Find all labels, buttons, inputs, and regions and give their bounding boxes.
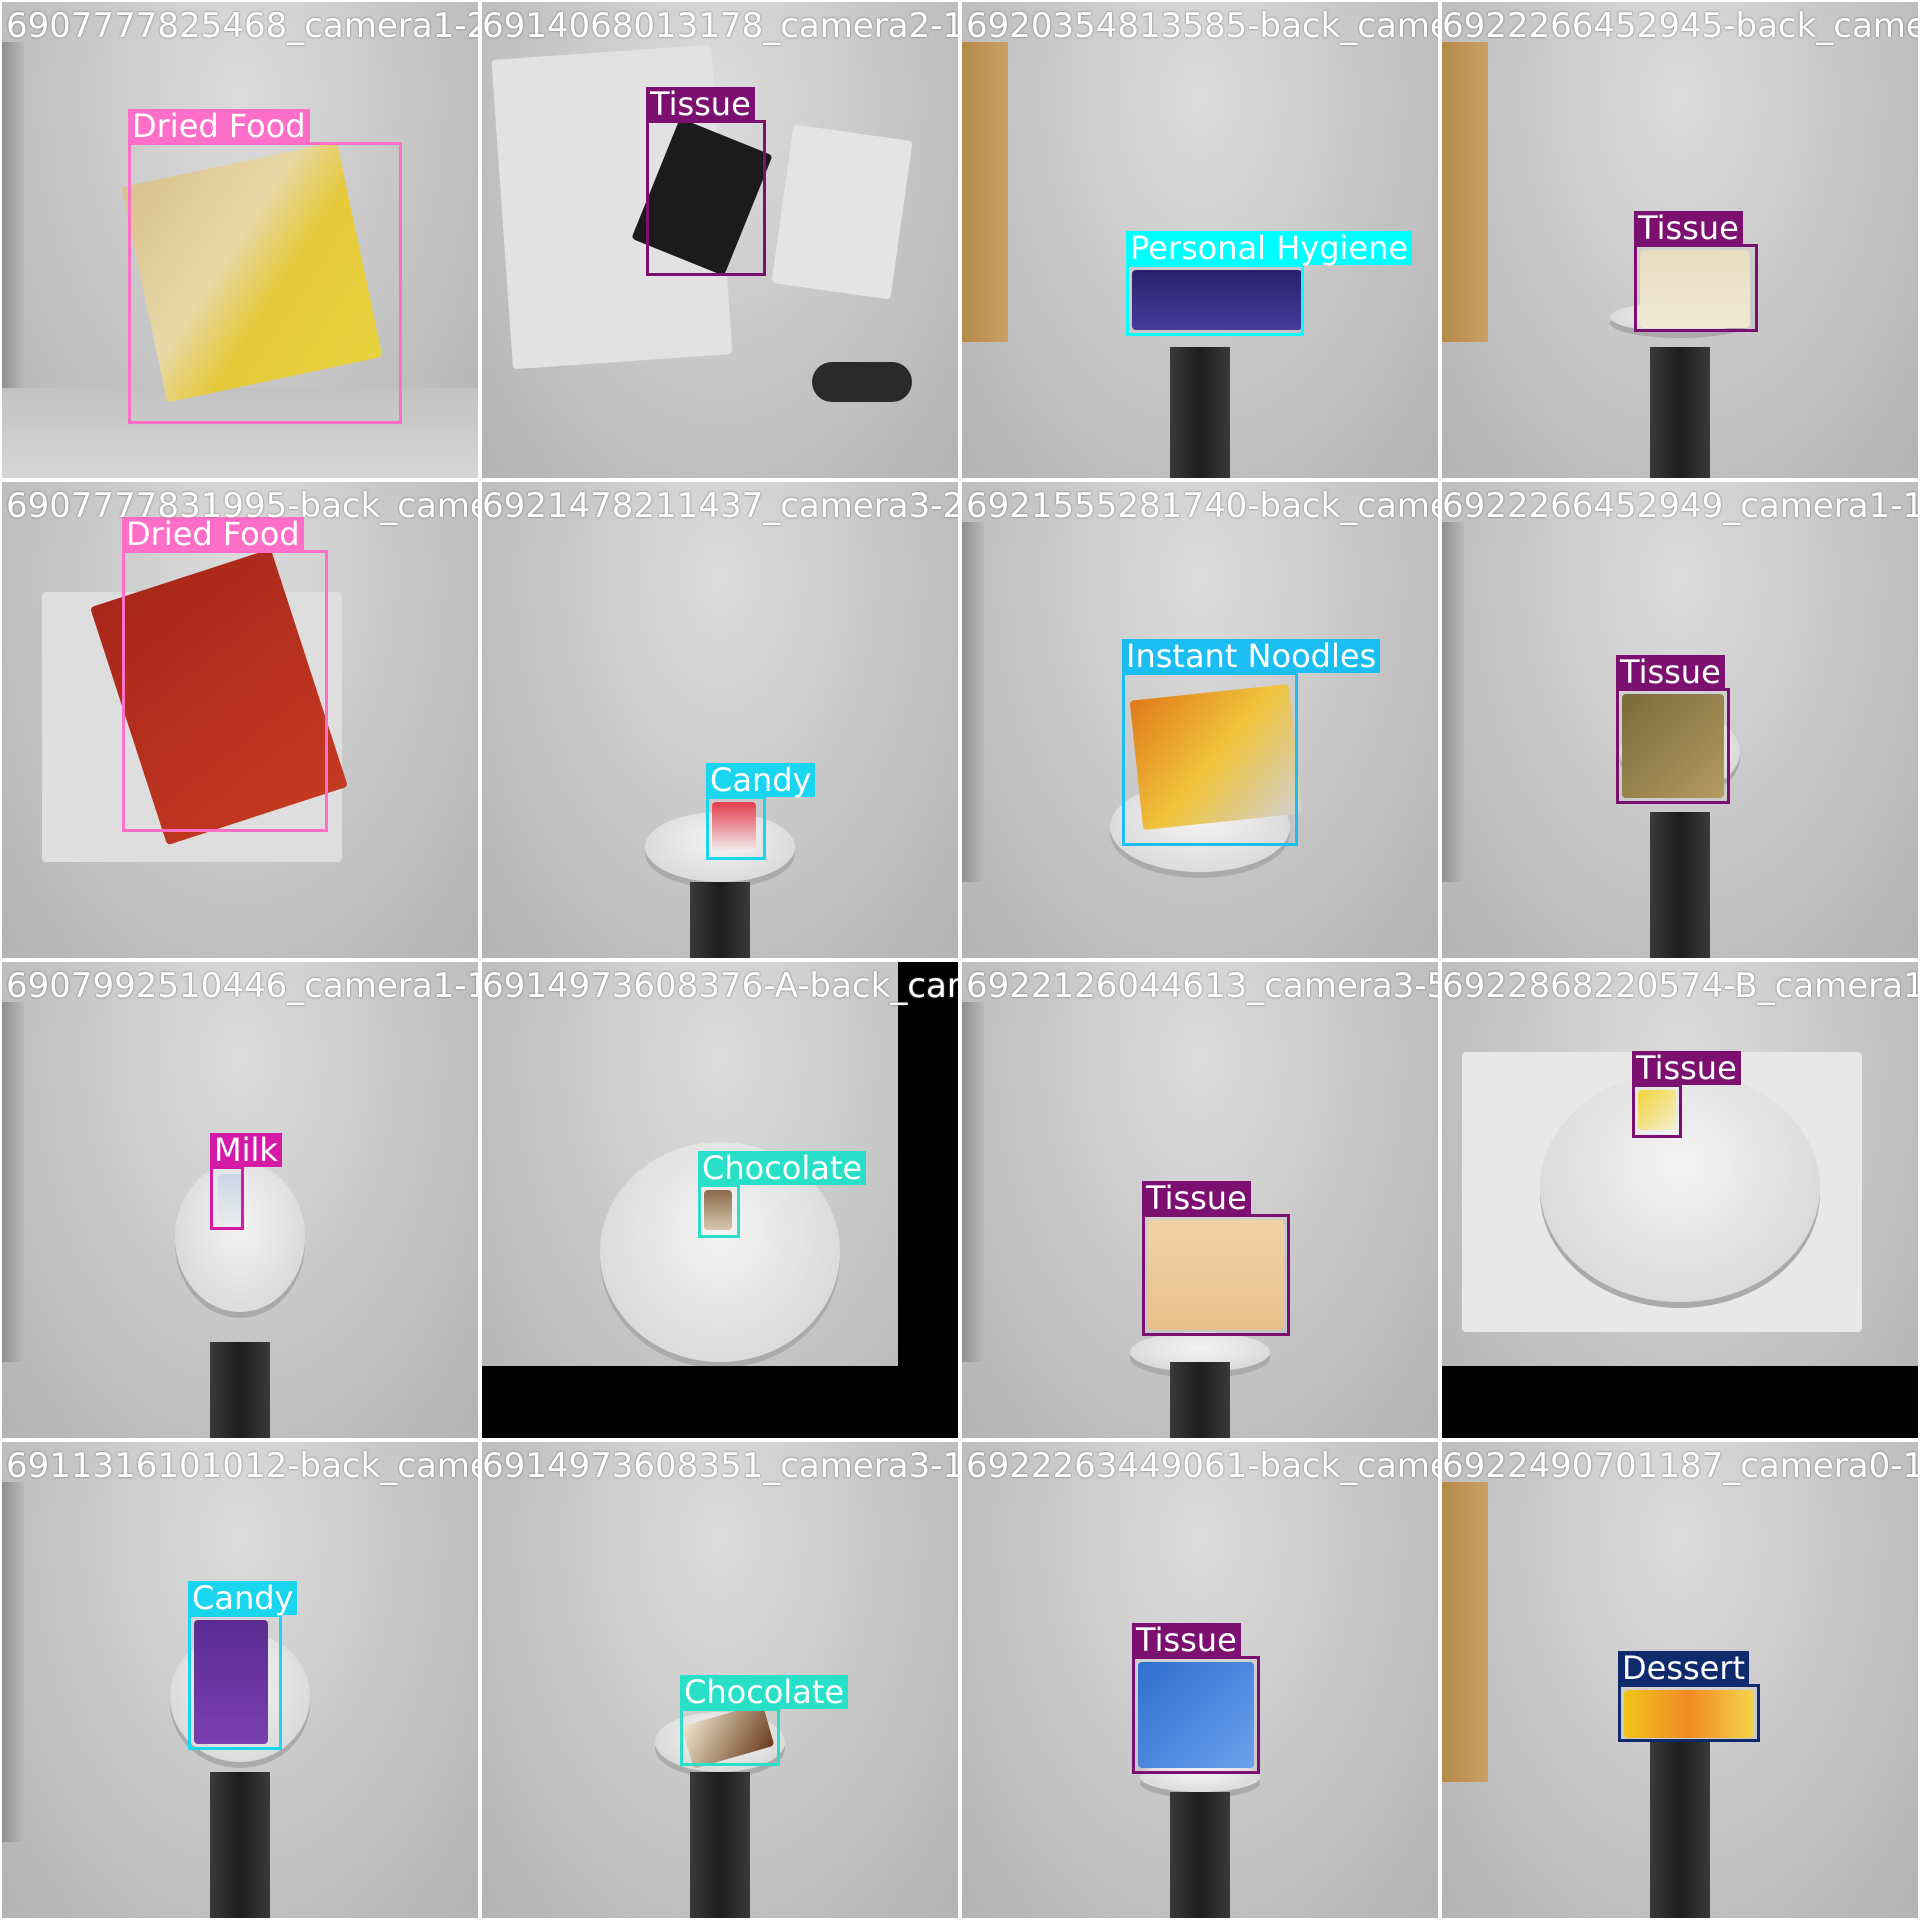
- turntable-stand: [1650, 812, 1710, 958]
- side-wall: [1442, 522, 1464, 882]
- image-filename: 6922263449061-back_camera0-1_jpg.rf.15: [966, 1446, 1438, 1486]
- tile-candy-1: Candy 6921478211437_camera3-21_jpg.rf.17…: [480, 480, 960, 960]
- turntable-stand: [1650, 1742, 1710, 1918]
- side-wall: [2, 1482, 24, 1842]
- tile-tissue-6: Tissue 6922263449061-back_camera0-1_jpg.…: [960, 1440, 1440, 1920]
- detection-box: Tissue: [1632, 1051, 1741, 1138]
- tile-candy-2: Candy 6911316101012-back_camera1-4_jpg.r…: [0, 1440, 480, 1920]
- cable: [812, 362, 912, 402]
- image-filename: 6907992510446_camera1-16_jpg.rf.13f8d3: [6, 966, 478, 1006]
- detection-box: Tissue: [1142, 1181, 1290, 1336]
- image-filename: 6921478211437_camera3-21_jpg.rf.17d7f: [482, 486, 958, 526]
- class-label: Chocolate: [680, 1675, 849, 1709]
- tile-chocolate-1: Chocolate 6914973608376-A-back_camera2-1…: [480, 960, 960, 1440]
- detection-box: Dried Food: [122, 517, 328, 832]
- detection-box: Chocolate: [698, 1151, 867, 1238]
- turntable-stand: [1170, 347, 1230, 478]
- detection-box: Dried Food: [128, 109, 402, 424]
- tile-chocolate-2: Chocolate 6914973608351_camera3-15_jpg.r…: [480, 1440, 960, 1920]
- tile-personal-hygiene: Personal Hygiene 6920354813585-back_came…: [960, 0, 1440, 480]
- white-paper-2: [771, 124, 913, 300]
- image-filename: 6921555281740-back_camera1-5_jpg.rf.b6d6: [966, 486, 1438, 526]
- cardboard-box: [1442, 42, 1488, 342]
- image-filename: 6922266452949_camera1-12_jpg.rf.a2e4e: [1442, 486, 1918, 526]
- side-wall: [962, 522, 984, 882]
- class-label: Instant Noodles: [1122, 639, 1381, 673]
- class-label: Tissue: [1132, 1623, 1241, 1657]
- turntable-stand: [690, 882, 750, 958]
- class-label: Tissue: [1634, 211, 1743, 245]
- class-label: Personal Hygiene: [1126, 231, 1413, 265]
- detection-box: Dessert: [1618, 1651, 1760, 1742]
- image-filename: 6911316101012-back_camera1-4_jpg.rf.5b: [6, 1446, 478, 1486]
- tile-instant-noodles: Instant Noodles 6921555281740-back_camer…: [960, 480, 1440, 960]
- image-filename: 6922868220574-B_camera1-28_jpg.rf.f3: [1442, 966, 1918, 1006]
- padding-bottom: [1442, 1366, 1918, 1438]
- detection-box: Personal Hygiene: [1126, 231, 1413, 336]
- tile-tissue-3: Tissue 6922266452949_camera1-12_jpg.rf.a…: [1440, 480, 1920, 960]
- tile-tissue-2: Tissue 6922266452945-back_camera0-1_jpg.…: [1440, 0, 1920, 480]
- image-filename: 6914973608376-A-back_camera2-1_jpg.rf.b6…: [482, 966, 958, 1006]
- side-wall: [962, 1002, 984, 1362]
- class-label: Dessert: [1618, 1651, 1750, 1685]
- image-filename: 6922490701187_camera0-15_jpg.rf.d1d3: [1442, 1446, 1918, 1486]
- class-label: Dried Food: [128, 109, 310, 143]
- turntable-stand: [1170, 1362, 1230, 1438]
- tile-dried-food-1: Dried Food 6907777825468_camera1-22_jpg.…: [0, 0, 480, 480]
- detection-box: Tissue: [1132, 1623, 1260, 1774]
- detection-box: Chocolate: [680, 1675, 849, 1766]
- turntable-stand: [210, 1772, 270, 1918]
- image-filename: 6914973608351_camera3-15_jpg.rf.37a1: [482, 1446, 958, 1486]
- class-label: Chocolate: [698, 1151, 867, 1185]
- tile-tissue-1: Tissue 6914068013178_camera2-15_jpg.rf.2…: [480, 0, 960, 480]
- side-wall: [2, 42, 24, 402]
- tile-tissue-4: Tissue 6922126044613_camera3-56_jpg.rf.1…: [960, 960, 1440, 1440]
- tile-tissue-5: Tissue 6922868220574-B_camera1-28_jpg.rf…: [1440, 960, 1920, 1440]
- turntable-stand: [210, 1342, 270, 1438]
- image-filename: 6907777831995-back_camera2-4_jpg.rf.87fb: [6, 486, 478, 526]
- detection-box: Tissue: [1616, 655, 1730, 804]
- padding-bottom: [482, 1366, 958, 1438]
- tile-dessert: Dessert 6922490701187_camera0-15_jpg.rf.…: [1440, 1440, 1920, 1920]
- side-wall: [2, 1002, 24, 1362]
- class-label: Candy: [188, 1581, 298, 1615]
- image-filename: 6922266452945-back_camera0-1_jpg.rf.a3e: [1442, 6, 1918, 46]
- detection-box: Tissue: [646, 87, 766, 276]
- class-label: Candy: [706, 763, 816, 797]
- turntable-stand: [1170, 1792, 1230, 1918]
- class-label: Tissue: [646, 87, 755, 121]
- turntable-stand: [690, 1772, 750, 1918]
- detection-box: Candy: [188, 1581, 298, 1750]
- cardboard-box: [962, 42, 1008, 342]
- cardboard-box: [1442, 1482, 1488, 1782]
- tile-milk: Milk 6907992510446_camera1-16_jpg.rf.13f…: [0, 960, 480, 1440]
- detection-box: Instant Noodles: [1122, 639, 1381, 846]
- tile-dried-food-2: Dried Food 6907777831995-back_camera2-4_…: [0, 480, 480, 960]
- detection-mosaic: Dried Food 6907777825468_camera1-22_jpg.…: [0, 0, 1920, 1920]
- class-label: Tissue: [1616, 655, 1725, 689]
- image-filename: 6914068013178_camera2-15_jpg.rf.2931c5: [482, 6, 960, 46]
- image-filename: 6907777825468_camera1-22_jpg.rf.81d1c75: [6, 6, 478, 46]
- class-label: Tissue: [1632, 1051, 1741, 1085]
- detection-box: Tissue: [1634, 211, 1758, 332]
- image-filename: 6922126044613_camera3-56_jpg.rf.18d4: [966, 966, 1438, 1006]
- turntable-stand: [1650, 347, 1710, 478]
- class-label: Tissue: [1142, 1181, 1251, 1215]
- detection-box: Milk: [210, 1133, 282, 1230]
- class-label: Milk: [210, 1133, 282, 1167]
- image-filename: 6920354813585-back_camera2-2_jpg.rf.4d5b…: [966, 6, 1438, 46]
- detection-box: Candy: [706, 763, 816, 860]
